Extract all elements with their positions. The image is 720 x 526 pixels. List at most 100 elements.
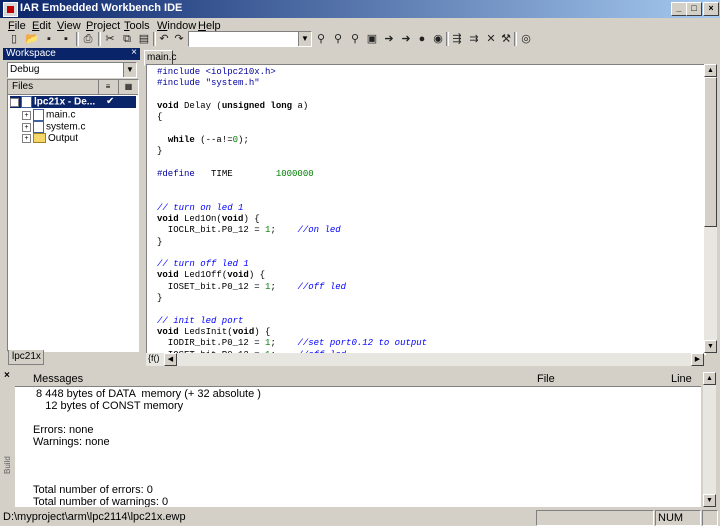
code-line[interactable]: IOSET_bit.P0_12 = 1; //off led bbox=[157, 282, 346, 292]
stop-build-icon[interactable]: ✕ bbox=[483, 31, 499, 47]
messages-vertical-scrollbar[interactable]: ▲ ▼ bbox=[703, 372, 716, 507]
code-line[interactable]: #define TIME 1000000 bbox=[157, 169, 314, 179]
redo-icon[interactable]: ↷ bbox=[171, 31, 187, 47]
save-all-icon[interactable]: ▪ bbox=[58, 31, 74, 47]
code-token: } bbox=[157, 146, 163, 157]
code-line[interactable]: while (--a!=0); bbox=[157, 135, 249, 145]
tree-item-project[interactable]: − lpc21x - De... ✔ bbox=[10, 96, 136, 108]
code-line[interactable]: void LedsInit(void) { bbox=[157, 327, 270, 337]
scroll-thumb[interactable] bbox=[704, 77, 717, 227]
message-line[interactable]: Errors: none bbox=[33, 424, 94, 436]
scroll-down-icon[interactable]: ▼ bbox=[704, 340, 717, 353]
debugger-icon[interactable]: ◎ bbox=[518, 31, 534, 47]
code-line[interactable]: { bbox=[157, 112, 162, 122]
tab-lpc21x[interactable]: lpc21x bbox=[8, 350, 44, 365]
bookmark-icon[interactable]: ▣ bbox=[364, 31, 380, 47]
code-line[interactable]: void Led1Off(void) { bbox=[157, 270, 265, 280]
print-icon[interactable]: ⎙ bbox=[80, 31, 96, 47]
code-token: void bbox=[157, 270, 179, 281]
goto-icon[interactable]: ➔ bbox=[381, 31, 397, 47]
collapse-icon[interactable]: − bbox=[10, 97, 19, 107]
expand-icon[interactable]: + bbox=[22, 133, 31, 143]
tree-item-main-c[interactable]: + main.c bbox=[22, 109, 75, 121]
messages-column-header[interactable]: Messages bbox=[33, 373, 83, 385]
title-bar: IAR Embedded Workbench IDE _ □ × bbox=[0, 0, 720, 18]
configuration-select[interactable]: Debug ▼ bbox=[7, 62, 137, 78]
code-line[interactable]: #include <iolpc210x.h> bbox=[157, 67, 276, 77]
close-button[interactable]: × bbox=[703, 2, 719, 16]
message-line[interactable]: 12 bytes of CONST memory bbox=[33, 400, 183, 412]
chevron-down-icon[interactable]: ▼ bbox=[298, 32, 311, 46]
files-header[interactable]: Files bbox=[12, 81, 33, 92]
message-line[interactable]: Total number of errors: 0 bbox=[33, 484, 153, 496]
line-column-header[interactable]: Line bbox=[671, 373, 692, 385]
find-icon[interactable]: ⚲ bbox=[313, 31, 329, 47]
sort-icon[interactable]: ≡ bbox=[98, 80, 117, 94]
close-icon[interactable]: × bbox=[131, 47, 137, 58]
code-line[interactable]: #include "system.h" bbox=[157, 78, 260, 88]
scroll-down-icon[interactable]: ▼ bbox=[703, 494, 716, 507]
project-label: lpc21x - De... bbox=[34, 96, 96, 108]
code-line[interactable]: // turn off led 1 bbox=[157, 259, 249, 269]
code-line[interactable]: // turn on led 1 bbox=[157, 203, 243, 213]
scroll-left-icon[interactable]: ◀ bbox=[164, 353, 177, 366]
code-line[interactable]: } bbox=[157, 237, 162, 247]
minimize-button[interactable]: _ bbox=[671, 2, 687, 16]
open-folder-icon[interactable]: 📂 bbox=[24, 31, 40, 47]
chevron-down-icon[interactable]: ▼ bbox=[123, 63, 136, 77]
code-line[interactable]: IOCLR_bit.P0_12 = 1; //on led bbox=[157, 225, 341, 235]
tree-item-output[interactable]: + Output bbox=[22, 133, 78, 145]
message-line[interactable]: 8 448 bytes of DATA memory (+ 32 absolut… bbox=[33, 388, 261, 400]
scroll-up-icon[interactable]: ▲ bbox=[704, 64, 717, 77]
status-pane-small bbox=[702, 510, 718, 526]
undo-icon[interactable]: ↶ bbox=[156, 31, 172, 47]
code-line[interactable]: } bbox=[157, 146, 162, 156]
folder-icon bbox=[33, 133, 46, 144]
toggle-breakpoint-icon[interactable]: ● bbox=[414, 31, 430, 47]
scroll-up-icon[interactable]: ▲ bbox=[703, 372, 716, 385]
code-line[interactable]: // init led port bbox=[157, 316, 243, 326]
paste-icon[interactable]: ▤ bbox=[136, 31, 152, 47]
message-line[interactable]: Total number of warnings: 0 bbox=[33, 496, 168, 507]
code-token: #include "system.h" bbox=[157, 78, 260, 89]
project-icon bbox=[21, 96, 32, 108]
next-bookmark-icon[interactable]: ➜ bbox=[398, 31, 414, 47]
editor-horizontal-scrollbar[interactable]: {f() ◀ ▶ bbox=[146, 353, 704, 366]
find-prev-icon[interactable]: ⚲ bbox=[347, 31, 363, 47]
code-line[interactable]: void Led1On(void) { bbox=[157, 214, 260, 224]
make-icon[interactable]: ⇉ bbox=[466, 31, 482, 47]
new-file-icon[interactable]: ▯ bbox=[6, 31, 22, 47]
rebuild-icon[interactable]: ⚒ bbox=[498, 31, 514, 47]
cut-icon[interactable]: ✂ bbox=[102, 31, 118, 47]
find-next-icon[interactable]: ⚲ bbox=[330, 31, 346, 47]
find-combo[interactable]: ▼ bbox=[188, 31, 312, 47]
options-icon[interactable]: ▦ bbox=[118, 80, 138, 94]
close-icon[interactable]: × bbox=[4, 370, 10, 381]
messages-list[interactable]: 8 448 bytes of DATA memory (+ 32 absolut… bbox=[15, 387, 701, 507]
code-line[interactable]: IODIR_bit.P0_12 = 1; //set port0.12 to o… bbox=[157, 338, 427, 348]
message-line[interactable]: Warnings: none bbox=[33, 436, 110, 448]
code-token: LedsInit( bbox=[178, 326, 233, 337]
tree-item-system-c[interactable]: + system.c bbox=[22, 121, 85, 133]
maximize-button[interactable]: □ bbox=[686, 2, 702, 16]
code-token: ) { bbox=[248, 270, 266, 281]
code-editor[interactable]: #include <iolpc210x.h> #include "system.h… bbox=[146, 64, 706, 355]
copy-icon[interactable]: ⧉ bbox=[119, 31, 135, 47]
scroll-right-icon[interactable]: ▶ bbox=[691, 353, 704, 366]
expand-icon[interactable]: + bbox=[22, 110, 31, 120]
folder-label: Output bbox=[48, 133, 79, 144]
save-icon[interactable]: ▪ bbox=[41, 31, 57, 47]
code-token: // init led port bbox=[157, 315, 244, 326]
compile-icon[interactable]: ⇶ bbox=[449, 31, 465, 47]
debug-icon[interactable]: ◉ bbox=[430, 31, 446, 47]
expand-icon[interactable]: + bbox=[22, 122, 31, 132]
code-line[interactable]: } bbox=[157, 293, 162, 303]
editor-vertical-scrollbar[interactable]: ▲ ▼ bbox=[704, 64, 717, 353]
code-token: } bbox=[157, 236, 163, 247]
file-column-header[interactable]: File bbox=[537, 373, 555, 385]
code-line[interactable]: void Delay (unsigned long a) bbox=[157, 101, 308, 111]
code-token: (--a!= bbox=[194, 134, 233, 145]
app-icon[interactable] bbox=[3, 2, 18, 17]
function-list-button[interactable]: {f() bbox=[148, 353, 162, 366]
